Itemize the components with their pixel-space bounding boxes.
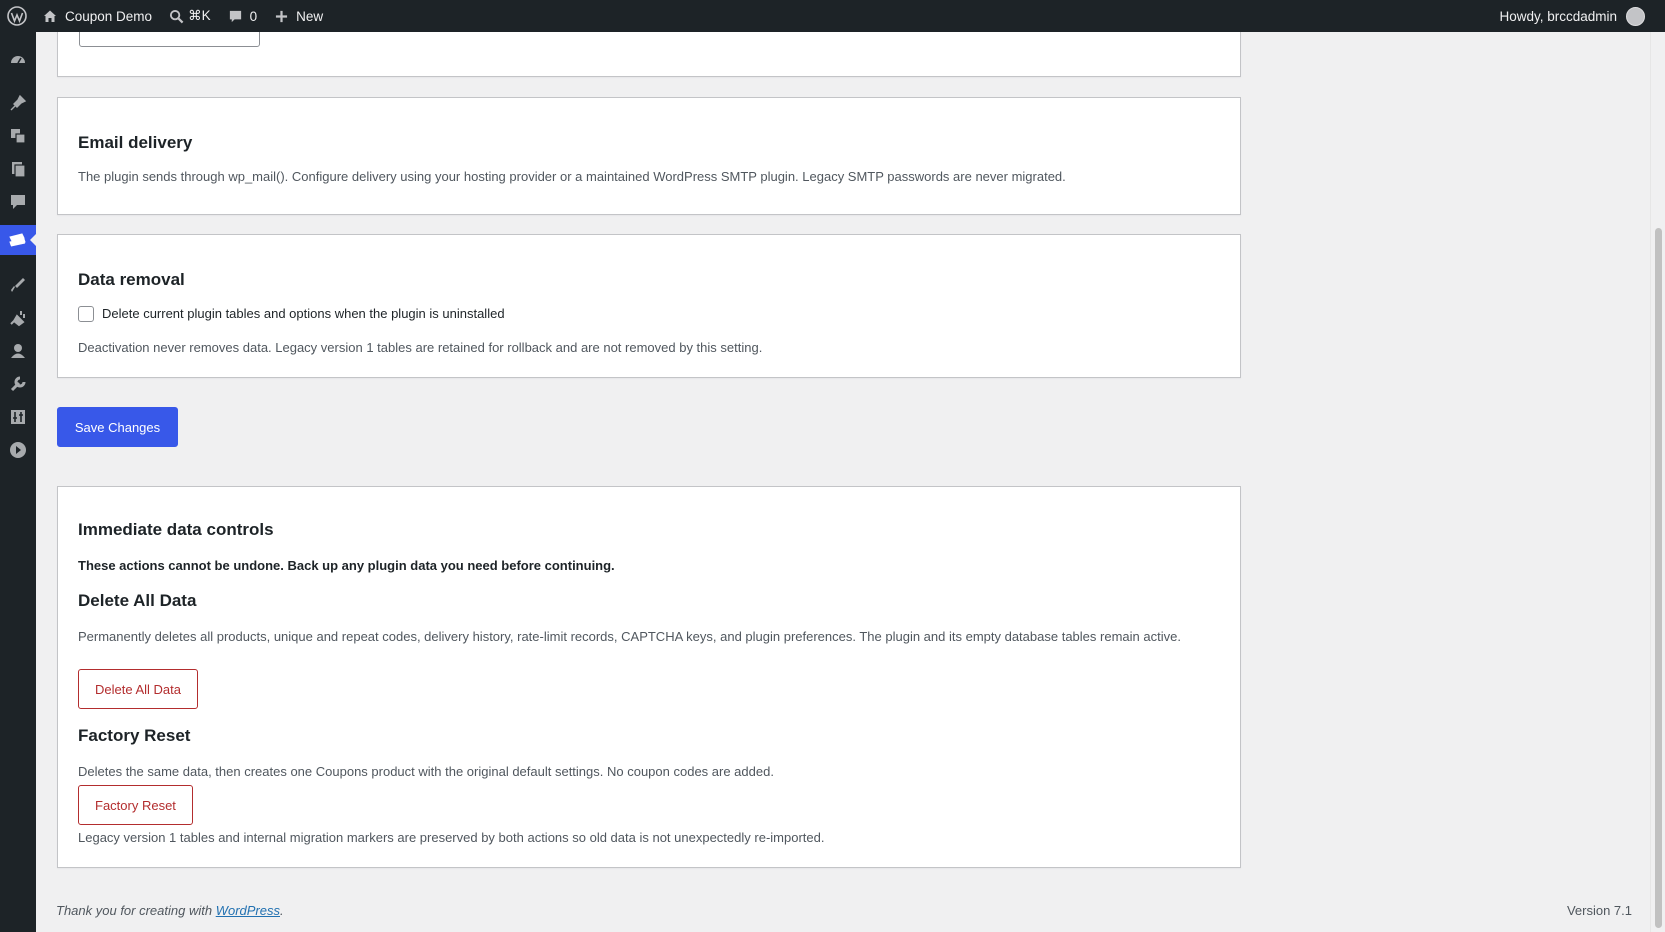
howdy-greeting: Howdy, brccdadmin [1499, 8, 1617, 24]
immediate-controls-title: Immediate data controls [78, 520, 274, 539]
delete-all-heading: Delete All Data [78, 591, 197, 610]
wordpress-link[interactable]: WordPress [216, 903, 280, 918]
posts-icon[interactable] [0, 88, 36, 118]
delete-all-description: Permanently deletes all products, unique… [78, 629, 1181, 644]
comments-count: 0 [249, 8, 258, 24]
email-delivery-description: The plugin sends through wp_mail(). Conf… [78, 169, 1066, 184]
collapse-menu-icon[interactable] [0, 435, 36, 465]
footer-version: Version 7.1 [1566, 903, 1632, 918]
avatar [1626, 6, 1645, 26]
irreversible-warning: These actions cannot be undone. Back up … [78, 558, 615, 573]
data-removal-title: Data removal [78, 270, 185, 289]
uninstall-delete-checkbox[interactable] [78, 306, 94, 322]
factory-reset-description: Deletes the same data, then creates one … [78, 764, 774, 779]
admin-side-menu [0, 32, 36, 932]
new-label: New [296, 8, 324, 24]
pages-icon[interactable] [0, 154, 36, 184]
uninstall-delete-label[interactable]: Delete current plugin tables and options… [102, 306, 505, 321]
users-icon[interactable] [0, 336, 36, 366]
home-icon [44, 10, 56, 22]
dashboard-icon[interactable] [0, 45, 36, 75]
site-name-link[interactable]: Coupon Demo [42, 0, 152, 32]
data-removal-note: Deactivation never removes data. Legacy … [78, 340, 763, 355]
settings-icon[interactable] [0, 402, 36, 432]
comments-link[interactable]: 0 [228, 0, 258, 32]
search-shortcut: ⌘K [188, 8, 211, 23]
factory-reset-heading: Factory Reset [78, 726, 191, 745]
email-delivery-title: Email delivery [78, 133, 193, 152]
immediate-data-controls-card: Immediate data controls These actions ca… [57, 486, 1241, 868]
preservation-footnote: Legacy version 1 tables and internal mig… [78, 830, 825, 845]
scrollbar-thumb[interactable] [1655, 228, 1662, 928]
data-removal-card: Data removal Delete current plugin table… [57, 234, 1241, 378]
coupons-plugin-icon[interactable] [0, 225, 36, 255]
comment-icon [229, 10, 241, 22]
tools-icon[interactable] [0, 369, 36, 399]
plus-icon [276, 10, 288, 22]
search-icon [170, 9, 184, 23]
new-content-link[interactable]: New [275, 0, 323, 32]
footer-thankyou: Thank you for creating with WordPress. [56, 903, 284, 918]
admin-bar: Coupon Demo ⌘K 0 New Howdy, brccdadmin [0, 0, 1665, 32]
media-icon[interactable] [0, 121, 36, 151]
wordpress-logo-icon[interactable] [0, 0, 34, 32]
footer-period: . [280, 903, 284, 918]
appearance-icon[interactable] [0, 270, 36, 300]
comments-icon[interactable] [0, 187, 36, 217]
site-name: Coupon Demo [65, 8, 153, 24]
delete-all-data-button[interactable]: Delete All Data [78, 669, 198, 709]
email-delivery-card: Email delivery The plugin sends through … [57, 97, 1241, 215]
page-scrollbar[interactable] [1650, 32, 1665, 932]
my-account-link[interactable]: Howdy, brccdadmin [1499, 0, 1645, 32]
plugins-icon[interactable] [0, 303, 36, 333]
footer-thanks-text: Thank you for creating with [56, 903, 216, 918]
factory-reset-button[interactable]: Factory Reset [78, 785, 193, 825]
command-palette-button[interactable]: ⌘K [169, 0, 211, 32]
save-changes-button[interactable]: Save Changes [57, 407, 178, 447]
